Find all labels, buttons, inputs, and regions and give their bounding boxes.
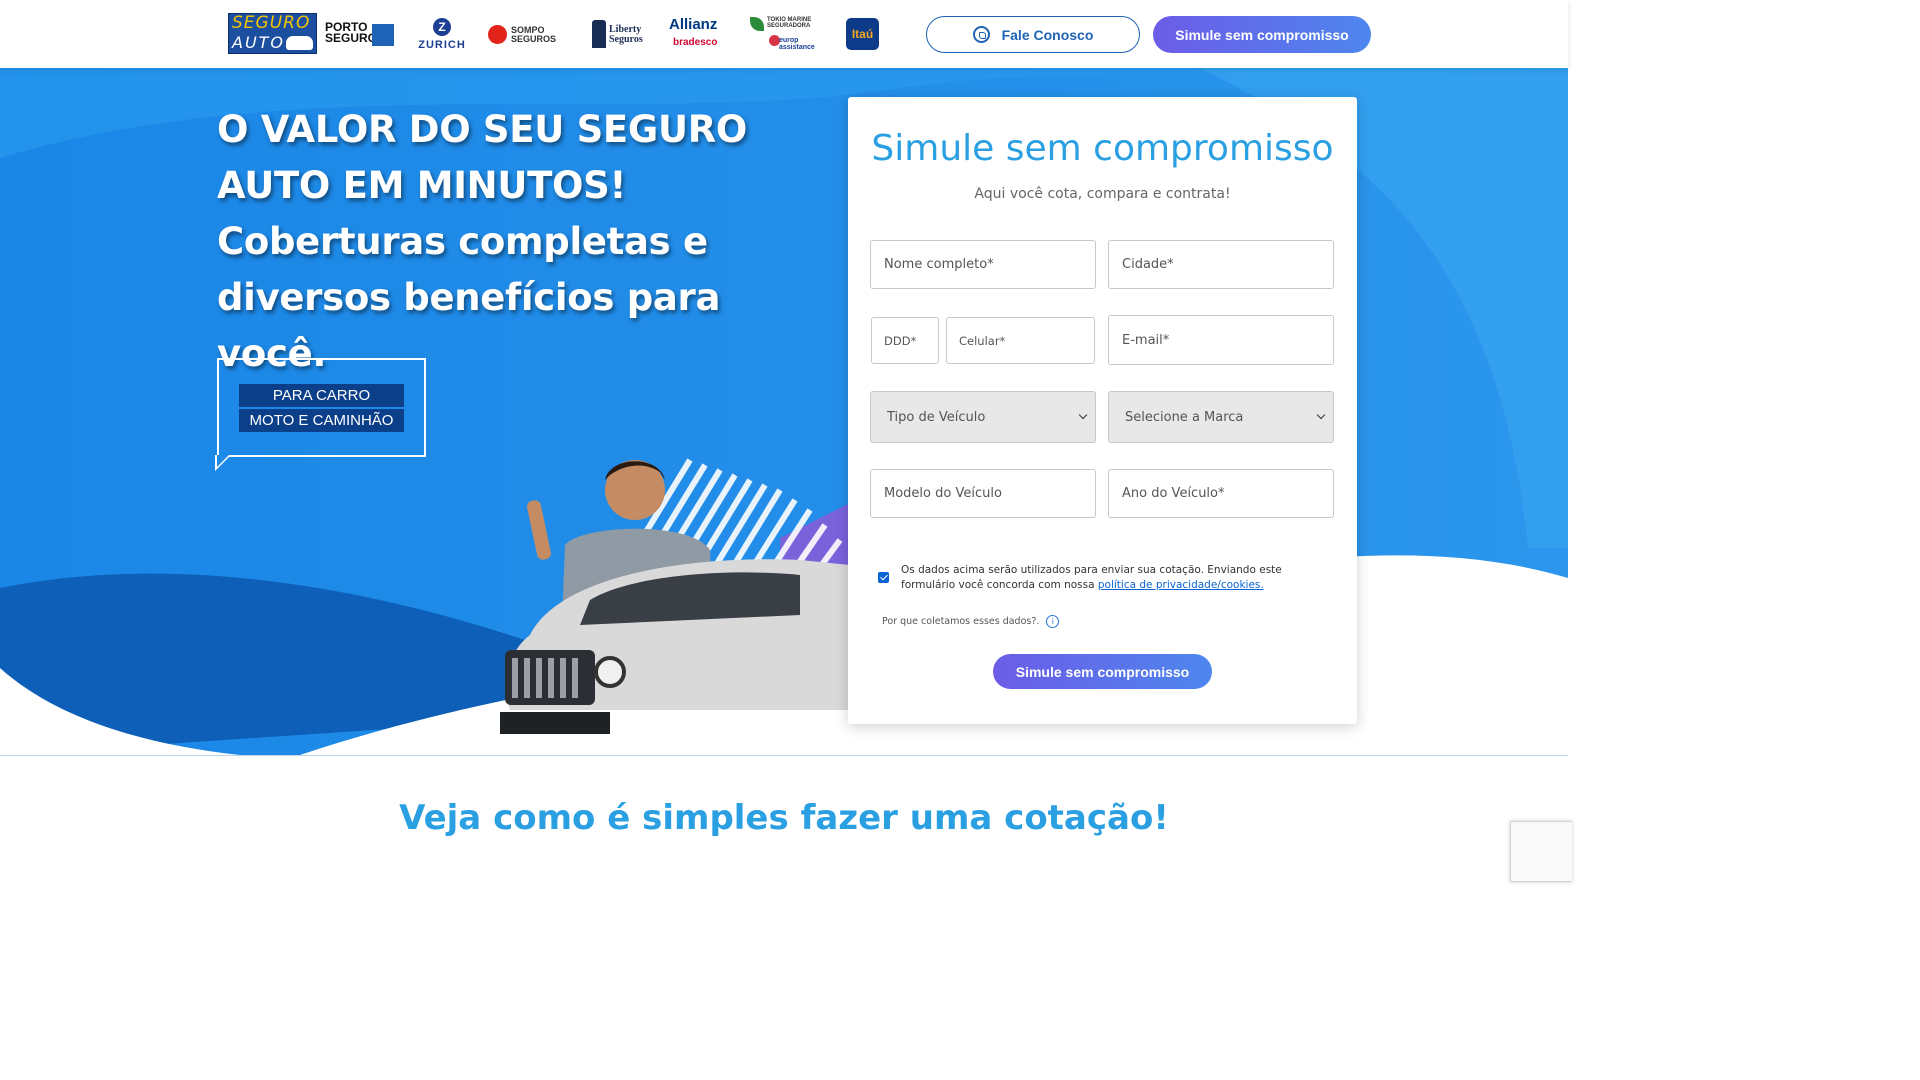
allianz-bradesco-logo: Allianz bradesco [669, 16, 739, 48]
fale-conosco-button[interactable]: Fale Conosco [926, 16, 1140, 53]
cidade-input[interactable]: Cidade* [1108, 240, 1334, 289]
bradesco-text: bradesco [673, 37, 718, 48]
logo-line1: SEGURO [232, 13, 311, 33]
zurich-logo: Z ZURICH [415, 18, 469, 51]
email-input[interactable]: E-mail* [1108, 315, 1334, 365]
marca-select[interactable]: Selecione a Marca [1108, 391, 1334, 443]
chevron-down-icon [1316, 410, 1326, 420]
person-car-illustration [500, 458, 850, 734]
itau-logo: Itaú [846, 18, 879, 50]
porto-seguro-logo: PORTO SEGURO [325, 20, 395, 46]
sompo-text: SOMPO SEGUROS [511, 25, 557, 44]
chevron-down-icon [1078, 410, 1088, 420]
liberty-text: Liberty Seguros [609, 24, 643, 45]
porto-seguro-text: PORTO SEGURO [325, 20, 378, 45]
tag-moto-caminhao: MOTO E CAMINHÃO [239, 409, 404, 432]
europ-text: europ assistance [779, 37, 815, 51]
hero-title: O VALOR DO SEU SEGURO AUTO EM MINUTOS! C… [217, 108, 748, 375]
seguro-auto-logo[interactable]: SEGURO AUTO [228, 13, 317, 54]
bubble-tail [215, 455, 231, 471]
privacy-policy-link[interactable]: política de privacidade/cookies. [1098, 579, 1264, 591]
tipo-veiculo-select[interactable]: Tipo de Veículo [870, 391, 1096, 443]
consent-text: Os dados acima serão utilizados para env… [901, 563, 1321, 593]
why-collect-label: Por que coletamos esses dados?. [882, 616, 1040, 627]
modelo-veiculo-input[interactable]: Modelo do Veículo [870, 469, 1096, 518]
consent-checkbox[interactable] [878, 572, 889, 583]
ddd-input[interactable]: DDD* [871, 317, 939, 364]
tag-para-carro: PARA CARRO [239, 384, 404, 407]
allianz-text: Allianz [669, 16, 718, 33]
why-collect-data[interactable]: Por que coletamos esses dados?. i [882, 615, 1060, 628]
section-divider [0, 755, 1568, 756]
whatsapp-icon [972, 26, 990, 43]
car-icon [286, 36, 313, 50]
liberty-statue-icon [592, 20, 606, 48]
simule-header-button[interactable]: Simule sem compromisso [1153, 16, 1371, 53]
fale-conosco-label: Fale Conosco [1001, 26, 1094, 43]
form-title: Simule sem compromisso [871, 128, 1334, 169]
ano-veiculo-input[interactable]: Ano do Veículo* [1108, 469, 1334, 518]
form-subtitle: Aqui você cota, compara e contrata! [974, 186, 1231, 202]
info-icon[interactable]: i [1046, 615, 1060, 628]
section-title: Veja como é simples fazer uma cotação! [399, 798, 1169, 838]
tokio-marine-logo: TOKIO MARINE SEGURADORA europ assistance [750, 17, 820, 51]
tipo-veiculo-value: Tipo de Veículo [887, 409, 986, 425]
zurich-z-icon: Z [433, 18, 451, 36]
vehicle-types-bubble [217, 358, 426, 457]
quote-form-card: Simule sem compromisso Aqui você cota, c… [848, 97, 1357, 724]
marca-value: Selecione a Marca [1125, 409, 1244, 425]
simule-submit-button[interactable]: Simule sem compromisso [993, 654, 1212, 689]
recaptcha-badge[interactable] [1510, 821, 1572, 882]
porto-flag-icon [372, 24, 394, 46]
sompo-circle-icon [488, 25, 507, 44]
site-header: SEGURO AUTO PORTO SEGURO Z ZURICH SOMPO … [0, 0, 1568, 68]
zurich-text: ZURICH [418, 39, 466, 51]
nome-completo-input[interactable]: Nome completo* [870, 240, 1096, 289]
celular-input[interactable]: Celular* [946, 317, 1095, 364]
